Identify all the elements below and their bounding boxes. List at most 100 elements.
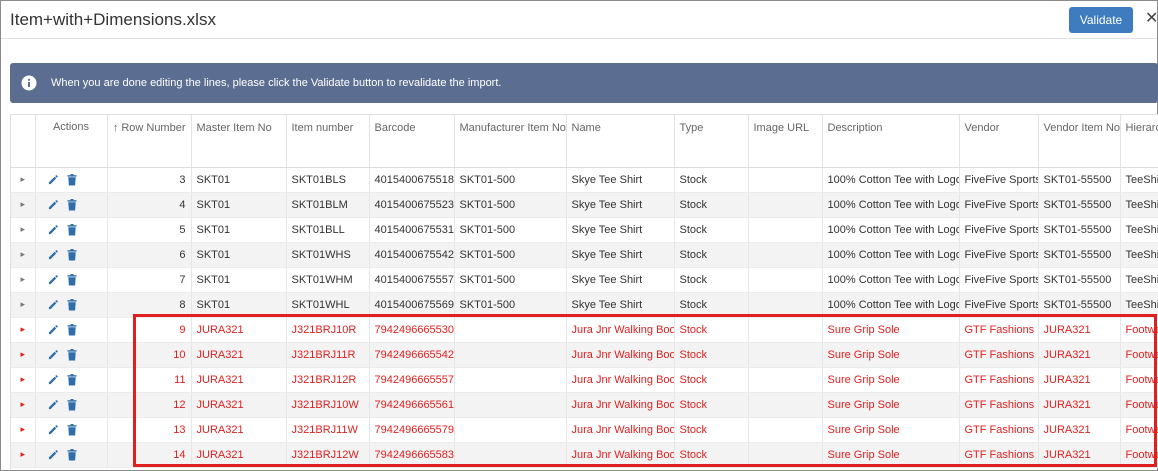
- name-cell[interactable]: Skye Tee Shirt: [566, 242, 675, 268]
- barcode-cell[interactable]: 4015400675518: [369, 167, 455, 193]
- name-cell[interactable]: Jura Jnr Walking Boot: [566, 442, 675, 468]
- table-row[interactable]: ▸ 5 SKT01 SKT01BLL 4015400675531 SKT01-500 Sky…: [11, 217, 1158, 243]
- description-cell[interactable]: Sure Grip Sole: [822, 317, 960, 343]
- barcode-cell[interactable]: 7942496665561: [369, 392, 455, 418]
- manufacturer-item-no-cell[interactable]: SKT01-500: [454, 217, 567, 243]
- vendor-cell[interactable]: FiveFive Sports: [959, 192, 1039, 218]
- image-url-cell[interactable]: [748, 442, 823, 468]
- type-cell[interactable]: Stock: [674, 317, 749, 343]
- table-row[interactable]: ▸ 9 JURA321 J321BRJ10R 7942496665530 Jura Jnr…: [11, 317, 1158, 343]
- column-header-hierarchy[interactable]: Hierarchy: [1120, 115, 1158, 168]
- column-header-vendor[interactable]: Vendor: [959, 115, 1039, 168]
- item-number-cell[interactable]: SKT01WHL: [286, 292, 370, 318]
- delete-icon[interactable]: [67, 323, 77, 336]
- table-row[interactable]: ▸ 14 JURA321 J321BRJ12W 7942496665583 Jura Jn…: [11, 442, 1158, 468]
- master-item-no-cell[interactable]: SKT01: [191, 192, 287, 218]
- table-row[interactable]: ▸ 4 SKT01 SKT01BLM 4015400675523 SKT01-500 Sky…: [11, 192, 1158, 218]
- manufacturer-item-no-cell[interactable]: [454, 317, 567, 343]
- name-cell[interactable]: Jura Jnr Walking Boot: [566, 392, 675, 418]
- delete-icon[interactable]: [67, 173, 77, 186]
- master-item-no-cell[interactable]: SKT01: [191, 167, 287, 193]
- barcode-cell[interactable]: 4015400675569: [369, 292, 455, 318]
- manufacturer-item-no-cell[interactable]: SKT01-500: [454, 167, 567, 193]
- item-number-cell[interactable]: SKT01BLM: [286, 192, 370, 218]
- name-cell[interactable]: Jura Jnr Walking Boot: [566, 317, 675, 343]
- vendor-item-no-cell[interactable]: JURA321: [1038, 442, 1121, 468]
- vendor-cell[interactable]: FiveFive Sports: [959, 242, 1039, 268]
- delete-icon[interactable]: [67, 273, 77, 286]
- item-number-cell[interactable]: J321BRJ12W: [286, 442, 370, 468]
- column-header-description[interactable]: Description: [822, 115, 960, 168]
- chevron-right-icon[interactable]: ▸: [20, 424, 25, 434]
- item-number-cell[interactable]: J321BRJ12R: [286, 367, 370, 393]
- image-url-cell[interactable]: [748, 317, 823, 343]
- expand-row-cell[interactable]: ▸: [11, 167, 36, 193]
- name-cell[interactable]: Skye Tee Shirt: [566, 292, 675, 318]
- vendor-cell[interactable]: FiveFive Sports: [959, 267, 1039, 293]
- vendor-cell[interactable]: GTF Fashions: [959, 342, 1039, 368]
- master-item-no-cell[interactable]: JURA321: [191, 392, 287, 418]
- master-item-no-cell[interactable]: JURA321: [191, 442, 287, 468]
- table-row[interactable]: ▸ 10 JURA321 J321BRJ11R 7942496665542 Jura Jn…: [11, 342, 1158, 368]
- column-header-image-url[interactable]: Image URL: [748, 115, 823, 168]
- expand-row-cell[interactable]: ▸: [11, 367, 36, 393]
- item-number-cell[interactable]: SKT01BLS: [286, 167, 370, 193]
- table-row[interactable]: ▸ 6 SKT01 SKT01WHS 4015400675542 SKT01-500 Sky…: [11, 242, 1158, 268]
- master-item-no-cell[interactable]: SKT01: [191, 292, 287, 318]
- barcode-cell[interactable]: 4015400675542: [369, 242, 455, 268]
- hierarchy-cell[interactable]: TeeShirts: [1120, 267, 1158, 293]
- delete-icon[interactable]: [67, 348, 77, 361]
- chevron-right-icon[interactable]: ▸: [20, 224, 25, 234]
- column-header-row-number[interactable]: ↑ Row Number: [107, 115, 192, 168]
- vendor-cell[interactable]: FiveFive Sports: [959, 217, 1039, 243]
- vendor-cell[interactable]: GTF Fashions: [959, 317, 1039, 343]
- barcode-cell[interactable]: 4015400675531: [369, 217, 455, 243]
- name-cell[interactable]: Jura Jnr Walking Boot: [566, 417, 675, 443]
- vendor-cell[interactable]: GTF Fashions: [959, 367, 1039, 393]
- expand-row-cell[interactable]: ▸: [11, 442, 36, 468]
- vendor-item-no-cell[interactable]: JURA321: [1038, 317, 1121, 343]
- hierarchy-cell[interactable]: Footwear: [1120, 342, 1158, 368]
- chevron-right-icon[interactable]: ▸: [20, 199, 25, 209]
- row-number-cell[interactable]: 10: [107, 342, 192, 368]
- delete-icon[interactable]: [67, 223, 77, 236]
- table-row[interactable]: ▸ 13 JURA321 J321BRJ11W 7942496665579 Jura Jn…: [11, 417, 1158, 443]
- vendor-item-no-cell[interactable]: JURA321: [1038, 392, 1121, 418]
- row-number-cell[interactable]: 12: [107, 392, 192, 418]
- hierarchy-cell[interactable]: TeeShirts: [1120, 242, 1158, 268]
- chevron-right-icon[interactable]: ▸: [20, 299, 25, 309]
- row-number-cell[interactable]: 6: [107, 242, 192, 268]
- chevron-right-icon[interactable]: ▸: [20, 349, 25, 359]
- expand-row-cell[interactable]: ▸: [11, 242, 36, 268]
- column-header-manufacturer-item-no[interactable]: Manufacturer Item No: [454, 115, 567, 168]
- barcode-cell[interactable]: 7942496665583: [369, 442, 455, 468]
- hierarchy-cell[interactable]: Footwear: [1120, 367, 1158, 393]
- edit-icon[interactable]: [48, 274, 59, 285]
- edit-icon[interactable]: [48, 399, 59, 410]
- expand-row-cell[interactable]: ▸: [11, 292, 36, 318]
- description-cell[interactable]: Sure Grip Sole: [822, 417, 960, 443]
- hierarchy-cell[interactable]: TeeShirts: [1120, 167, 1158, 193]
- type-cell[interactable]: Stock: [674, 242, 749, 268]
- type-cell[interactable]: Stock: [674, 367, 749, 393]
- description-cell[interactable]: 100% Cotton Tee with Logo: [822, 192, 960, 218]
- item-number-cell[interactable]: SKT01BLL: [286, 217, 370, 243]
- edit-icon[interactable]: [48, 174, 59, 185]
- row-number-cell[interactable]: 5: [107, 217, 192, 243]
- vendor-item-no-cell[interactable]: SKT01-55500: [1038, 292, 1121, 318]
- barcode-cell[interactable]: 7942496665557: [369, 367, 455, 393]
- expand-row-cell[interactable]: ▸: [11, 317, 36, 343]
- item-number-cell[interactable]: SKT01WHS: [286, 242, 370, 268]
- column-header-type[interactable]: Type: [674, 115, 749, 168]
- vendor-cell[interactable]: GTF Fashions: [959, 392, 1039, 418]
- type-cell[interactable]: Stock: [674, 342, 749, 368]
- master-item-no-cell[interactable]: SKT01: [191, 217, 287, 243]
- expand-row-cell[interactable]: ▸: [11, 342, 36, 368]
- item-number-cell[interactable]: J321BRJ10W: [286, 392, 370, 418]
- delete-icon[interactable]: [67, 448, 77, 461]
- delete-icon[interactable]: [67, 298, 77, 311]
- manufacturer-item-no-cell[interactable]: SKT01-500: [454, 267, 567, 293]
- edit-icon[interactable]: [48, 449, 59, 460]
- table-row[interactable]: ▸ 11 JURA321 J321BRJ12R 7942496665557 Jura Jn…: [11, 367, 1158, 393]
- type-cell[interactable]: Stock: [674, 442, 749, 468]
